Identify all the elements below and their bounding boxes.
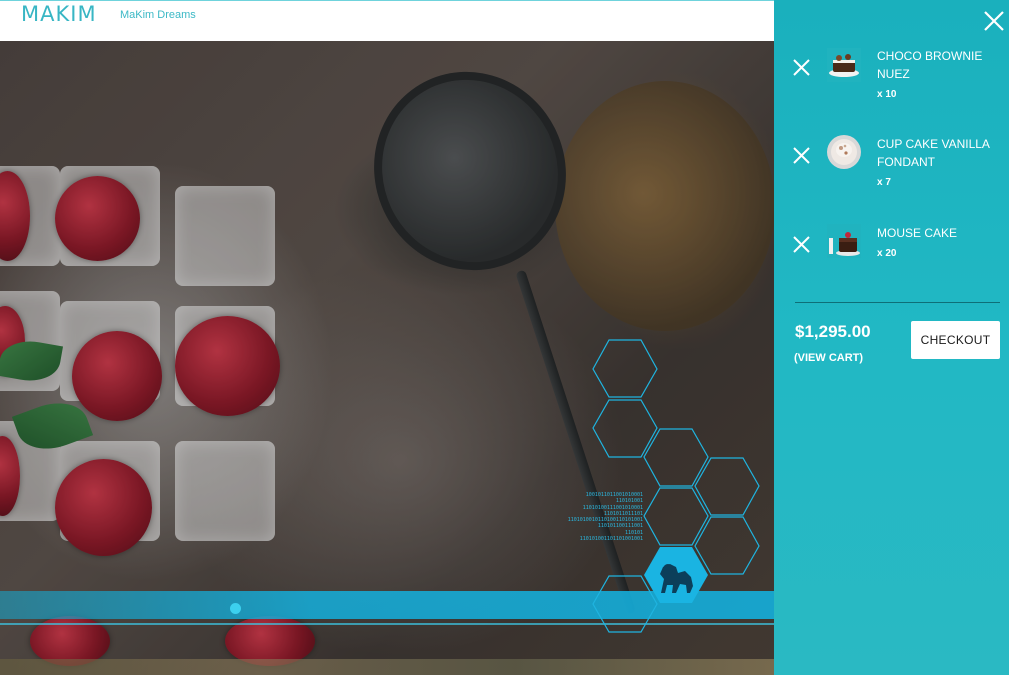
cart-panel: CHOCO BROWNIE NUEZ x 10 CUP CAKE VANILLA…: [774, 0, 1009, 675]
hexagon-outline: [643, 428, 709, 487]
hexagon-outline: [592, 575, 658, 633]
hexagon-outline: [643, 487, 709, 546]
site-header: MAKIM MaKim Dreams: [0, 0, 774, 41]
remove-item-icon[interactable]: [793, 236, 810, 253]
site-tagline[interactable]: MaKim Dreams: [120, 9, 196, 21]
cart-item-qty: x 20: [877, 248, 897, 259]
hero-bottom-strip: [0, 659, 774, 675]
hexagon-outline: [694, 516, 760, 575]
slider-dot[interactable]: [230, 603, 241, 614]
binary-code-text: 1001011011001010001 110101001 1101010011…: [567, 492, 643, 543]
hexagon-outline: [592, 339, 658, 398]
hero-image: 1001011011001010001 110101001 1101010011…: [0, 41, 774, 675]
cart-item-name[interactable]: CUP CAKE VANILLA FONDANT: [877, 135, 997, 171]
brownie-thumbnail[interactable]: [827, 48, 861, 82]
checkout-button[interactable]: CHECKOUT: [911, 321, 1000, 359]
cart-total: $1,295.00: [795, 322, 871, 341]
close-icon[interactable]: [983, 10, 1005, 32]
cart-divider: [795, 302, 1000, 303]
cart-item-qty: x 7: [877, 177, 891, 188]
remove-item-icon[interactable]: [793, 59, 810, 76]
site-logo[interactable]: MAKIM: [21, 2, 97, 26]
remove-item-icon[interactable]: [793, 147, 810, 164]
cupcake-thumbnail[interactable]: [827, 135, 861, 169]
cart-item-name[interactable]: MOUSE CAKE: [877, 224, 997, 242]
view-cart-link[interactable]: (VIEW CART): [794, 352, 863, 364]
cart-item-qty: x 10: [877, 89, 897, 100]
hexagon-outline: [592, 399, 658, 458]
mousse-cake-thumbnail[interactable]: [827, 224, 861, 258]
honeycomb-graphic: [592, 339, 760, 633]
cart-item-name[interactable]: CHOCO BROWNIE NUEZ: [877, 47, 997, 83]
hexagon-outline: [694, 457, 760, 516]
